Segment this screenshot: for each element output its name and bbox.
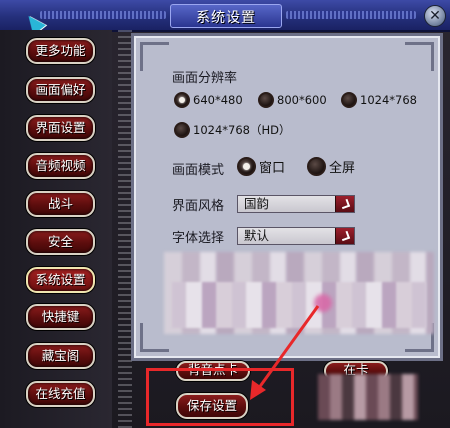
radio-label: 全屏	[329, 161, 356, 176]
blurred-region	[172, 282, 426, 328]
settings-window: 系统设置 ✕ 更多功能 画面偏好 界面设置 音频视频 战斗 安全 系统设置 快捷…	[0, 0, 450, 428]
sidebar-item-interface-settings[interactable]: 界面设置	[26, 115, 95, 141]
radio-icon	[341, 92, 357, 108]
window-title: 系统设置	[196, 10, 256, 26]
radio-label: 窗口	[259, 161, 286, 176]
blurred-region	[318, 374, 418, 420]
resolution-option-1024[interactable]: 1024*768	[341, 92, 417, 108]
sidebar-item-audio-video[interactable]: 音频视频	[26, 153, 95, 179]
resolution-option-640[interactable]: 640*480	[174, 92, 243, 108]
title-tab: 系统设置	[170, 4, 282, 28]
title-bar-decoration	[286, 11, 416, 19]
radio-label: 800*600	[277, 93, 327, 107]
ui-style-select[interactable]: 国韵	[237, 195, 355, 213]
close-button[interactable]: ✕	[424, 5, 446, 27]
radio-selected-icon	[237, 157, 256, 176]
font-choice-select[interactable]: 默认	[237, 227, 355, 245]
radio-selected-icon	[174, 92, 190, 108]
chevron-down-icon[interactable]	[335, 228, 354, 244]
radio-icon	[258, 92, 274, 108]
sidebar-item-treasure[interactable]: 藏宝阁	[26, 343, 95, 369]
sidebar-item-shortcuts[interactable]: 快捷键	[26, 304, 95, 330]
sidebar-item-security[interactable]: 安全	[26, 229, 95, 255]
title-bar-decoration	[40, 11, 166, 19]
sidebar-item-display-preference[interactable]: 画面偏好	[26, 77, 95, 103]
title-bar: 系统设置 ✕	[0, 0, 450, 32]
display-mode-fullscreen[interactable]: 全屏	[307, 157, 355, 176]
resolution-label: 画面分辨率	[172, 71, 238, 86]
sidebar-item-more-functions[interactable]: 更多功能	[26, 38, 95, 64]
resolution-option-800[interactable]: 800*600	[258, 92, 327, 108]
radio-icon	[307, 157, 326, 176]
ui-style-value: 国韵	[244, 196, 270, 211]
font-choice-label: 字体选择	[172, 231, 225, 246]
sidebar-item-recharge[interactable]: 在线充值	[26, 381, 95, 407]
radio-label: 640*480	[193, 93, 243, 107]
chevron-down-icon[interactable]	[335, 196, 354, 212]
panel-corner	[405, 42, 434, 71]
panel-corner	[140, 42, 169, 71]
ui-style-label: 界面风格	[172, 199, 225, 214]
sidebar-item-system-settings[interactable]: 系统设置	[26, 267, 95, 293]
blurred-region	[314, 294, 332, 312]
sidebar-item-combat[interactable]: 战斗	[26, 191, 95, 217]
font-choice-value: 默认	[244, 228, 270, 243]
radio-label: 1024*768	[360, 93, 417, 107]
radio-label: 1024*768（HD）	[193, 123, 291, 137]
close-icon: ✕	[429, 8, 441, 24]
display-mode-label: 画面模式	[172, 163, 225, 178]
resolution-option-1024-hd[interactable]: 1024*768（HD）	[174, 122, 290, 138]
radio-icon	[174, 122, 190, 138]
display-mode-window[interactable]: 窗口	[237, 157, 285, 176]
annotation-highlight-box	[146, 368, 294, 426]
border-pattern	[118, 30, 132, 428]
